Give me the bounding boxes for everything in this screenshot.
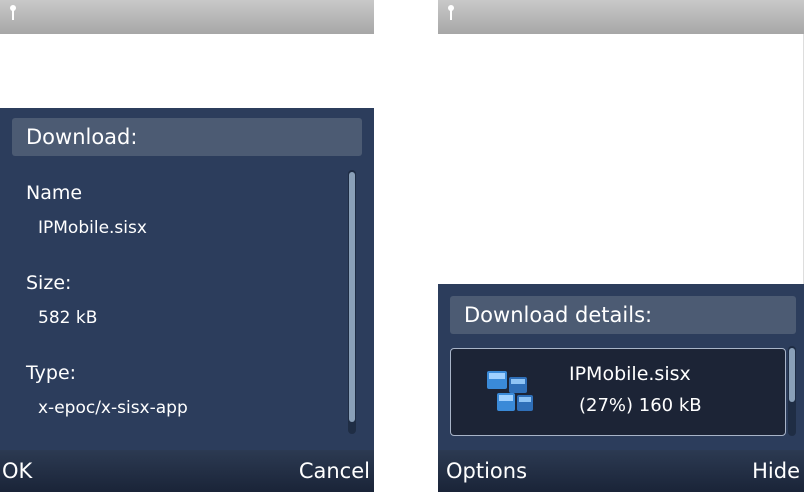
dialog-title: Download: bbox=[12, 118, 362, 156]
name-value: IPMobile.sisx bbox=[38, 218, 147, 238]
download-file-name: IPMobile.sisx bbox=[569, 363, 691, 385]
softkey-bar: OK Cancel bbox=[0, 450, 374, 492]
status-bar bbox=[438, 0, 804, 34]
download-item[interactable]: IPMobile.sisx (27%) 160 kB bbox=[450, 348, 786, 436]
app-package-icon bbox=[487, 371, 533, 411]
download-progress: (27%) 160 kB bbox=[579, 395, 702, 416]
size-label: Size: bbox=[26, 272, 72, 294]
name-label: Name bbox=[26, 182, 83, 204]
signal-icon bbox=[448, 5, 454, 20]
dialog-title: Download details: bbox=[450, 296, 796, 334]
type-label: Type: bbox=[26, 362, 77, 384]
status-bar bbox=[0, 0, 374, 34]
download-details-dialog: Download details: IPMobile.sisx (27%) 16… bbox=[438, 284, 804, 450]
download-confirm-screen: Download: Name IPMobile.sisx Size: 582 k… bbox=[0, 0, 374, 492]
scrollbar-thumb[interactable] bbox=[789, 348, 795, 402]
hide-softkey[interactable]: Hide bbox=[752, 456, 800, 486]
ok-softkey[interactable]: OK bbox=[2, 456, 32, 486]
type-value: x-epoc/x-sisx-app bbox=[38, 398, 188, 418]
background-content bbox=[0, 34, 374, 108]
cancel-softkey[interactable]: Cancel bbox=[299, 456, 370, 486]
signal-icon bbox=[10, 5, 16, 20]
background-content bbox=[438, 34, 804, 284]
download-dialog: Download: Name IPMobile.sisx Size: 582 k… bbox=[0, 108, 374, 450]
download-progress-screen: Download details: IPMobile.sisx (27%) 16… bbox=[438, 0, 804, 492]
size-value: 582 kB bbox=[38, 308, 98, 328]
softkey-bar: Options Hide bbox=[438, 450, 804, 492]
options-softkey[interactable]: Options bbox=[446, 456, 527, 486]
scrollbar-thumb[interactable] bbox=[349, 172, 355, 422]
